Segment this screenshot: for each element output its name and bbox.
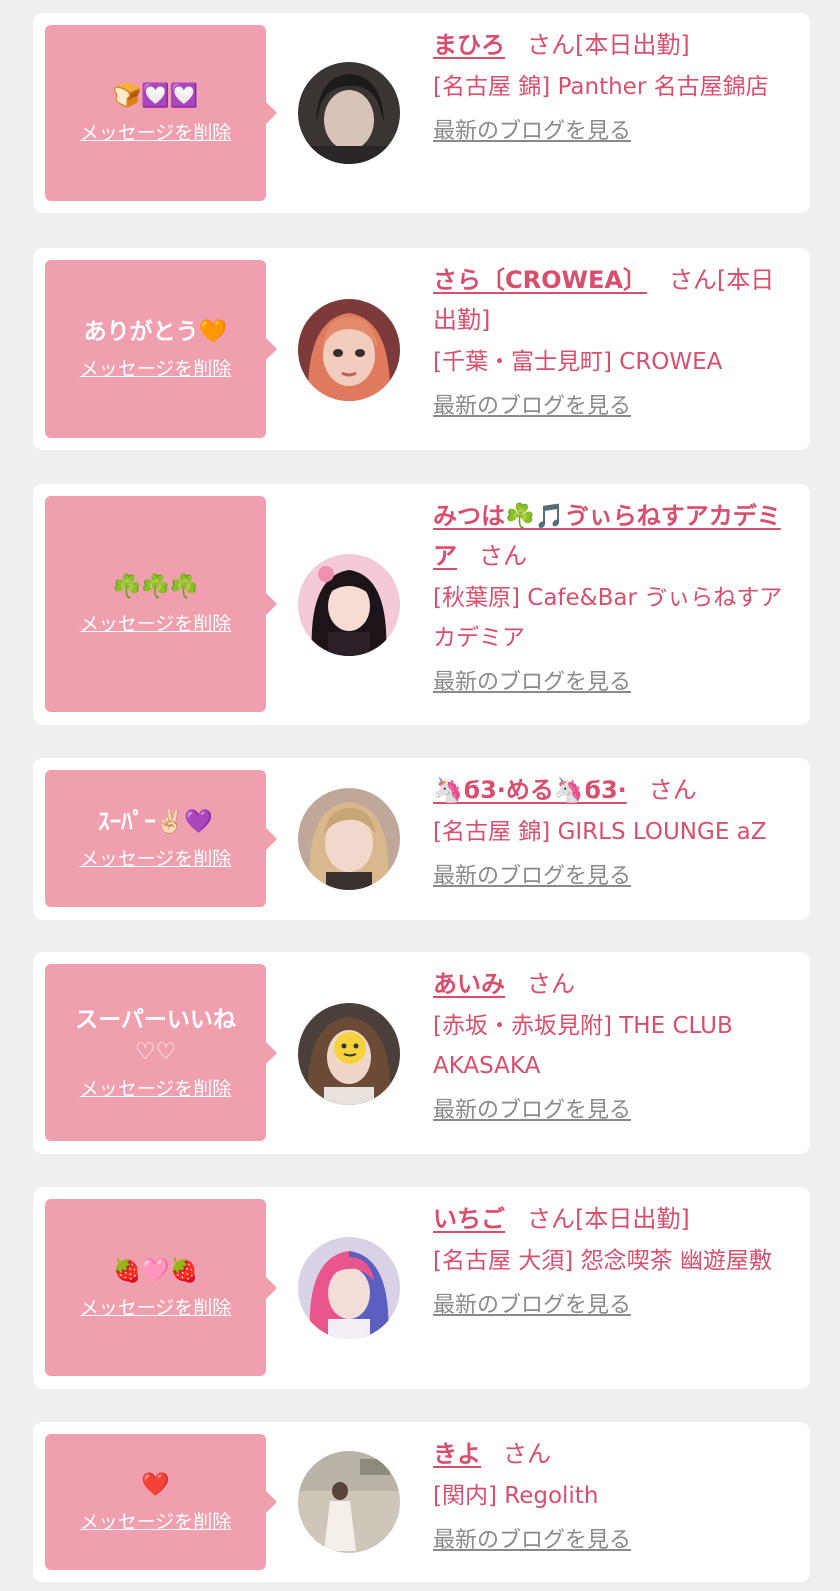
- name-suffix: さん[本日出勤]: [527, 1205, 690, 1233]
- message-card: ❤️ メッセージを削除 きよ さん [関内] Regolith 最新のブログを見る: [33, 1422, 810, 1582]
- latest-blog-link[interactable]: 最新のブログを見る: [433, 1526, 631, 1556]
- message-text: スーパーいいね♡♡: [75, 1006, 236, 1065]
- message-card: ありがとう🧡 メッセージを削除 さら〔CROWEA〕 さん[本日出勤] [千葉・富…: [33, 248, 810, 450]
- message-text: 🍓🩷🍓: [112, 1257, 199, 1284]
- latest-blog-link[interactable]: 最新のブログを見る: [433, 117, 631, 147]
- shop-info: [赤坂・赤坂見附] THE CLUB AKASAKA: [433, 1013, 733, 1079]
- avatar[interactable]: [298, 299, 400, 401]
- latest-blog-link[interactable]: 最新のブログを見る: [433, 392, 631, 422]
- name-suffix: さん: [527, 970, 575, 998]
- cast-name-link[interactable]: さら〔CROWEA〕: [433, 266, 647, 294]
- avatar[interactable]: [298, 62, 400, 164]
- shop-info: [関内] Regolith: [433, 1483, 599, 1509]
- cast-name-link[interactable]: まひろ: [433, 31, 505, 59]
- entry-info: あいみ さん [赤坂・赤坂見附] THE CLUB AKASAKA 最新のブログを…: [433, 964, 796, 1126]
- message-text: 🍞💟💟: [112, 83, 199, 109]
- entry-info: いちご さん[本日出勤] [名古屋 大須] 怨念喫茶 幽遊屋敷 最新のブログを見る: [433, 1199, 796, 1321]
- name-suffix: さん: [648, 776, 697, 804]
- shop-info: [名古屋 大須] 怨念喫茶 幽遊屋敷: [433, 1248, 772, 1274]
- entry-info: 🦄ϭ3·める🦄ϭ3· さん [名古屋 錦] GIRLS LOUNGE aZ 最新の…: [433, 770, 796, 892]
- entry-info: きよ さん [関内] Regolith 最新のブログを見る: [433, 1434, 796, 1556]
- message-bubble: ｽｰﾊﾟｰ✌🏻💜 メッセージを削除: [45, 770, 277, 907]
- delete-message-link[interactable]: メッセージを削除: [80, 120, 232, 146]
- latest-blog-link[interactable]: 最新のブログを見る: [433, 862, 631, 892]
- delete-message-link[interactable]: メッセージを削除: [80, 356, 232, 382]
- latest-blog-link[interactable]: 最新のブログを見る: [433, 1096, 631, 1126]
- message-bubble: ☘️☘️☘️ メッセージを削除: [45, 496, 277, 712]
- name-suffix: さん: [479, 542, 527, 570]
- delete-message-link[interactable]: メッセージを削除: [80, 846, 232, 872]
- entry-info: みつは☘️🎵ゔぃらねすアカデミア さん [秋葉原] Cafe&Bar ゔぃらねすア…: [433, 496, 796, 698]
- cast-name-link[interactable]: いちご: [433, 1205, 505, 1233]
- message-bubble: ありがとう🧡 メッセージを削除: [45, 260, 277, 438]
- message-card: ｽｰﾊﾟｰ✌🏻💜 メッセージを削除 🦄ϭ3·める🦄ϭ3· さん [名古屋 錦] G…: [33, 758, 810, 920]
- latest-blog-link[interactable]: 最新のブログを見る: [433, 668, 631, 698]
- shop-info: [名古屋 錦] GIRLS LOUNGE aZ: [433, 819, 767, 845]
- message-text: ❤️: [141, 1472, 170, 1498]
- message-text: ｽｰﾊﾟｰ✌🏻💜: [98, 808, 213, 835]
- shop-info: [秋葉原] Cafe&Bar ゔぃらねすアカデミア: [433, 585, 783, 651]
- message-bubble: 🍞💟💟 メッセージを削除: [45, 25, 277, 201]
- message-text: ありがとう🧡: [83, 319, 228, 345]
- name-suffix: さん: [503, 1440, 551, 1468]
- cast-name-link[interactable]: あいみ: [433, 970, 505, 998]
- shop-info: [名古屋 錦] Panther 名古屋錦店: [433, 74, 769, 100]
- entry-info: まひろ さん[本日出勤] [名古屋 錦] Panther 名古屋錦店 最新のブログ…: [433, 25, 796, 147]
- message-card: ☘️☘️☘️ メッセージを削除 みつは☘️🎵ゔぃらねすアカデミア さん [秋葉原]…: [33, 484, 810, 725]
- avatar[interactable]: [298, 1003, 400, 1105]
- cast-name-link[interactable]: きよ: [433, 1440, 481, 1468]
- shop-info: [千葉・富士見町] CROWEA: [433, 349, 723, 375]
- message-bubble: スーパーいいね♡♡ メッセージを削除: [45, 964, 277, 1141]
- message-bubble: 🍓🩷🍓 メッセージを削除: [45, 1199, 277, 1376]
- entry-info: さら〔CROWEA〕 さん[本日出勤] [千葉・富士見町] CROWEA 最新のブ…: [433, 260, 796, 422]
- message-text: ☘️☘️☘️: [112, 574, 199, 600]
- delete-message-link[interactable]: メッセージを削除: [80, 1509, 232, 1535]
- avatar[interactable]: [298, 1237, 400, 1339]
- message-list: 🍞💟💟 メッセージを削除 まひろ さん[本日出勤] [名古屋 錦] Panther…: [0, 0, 840, 1591]
- latest-blog-link[interactable]: 最新のブログを見る: [433, 1291, 631, 1321]
- message-bubble: ❤️ メッセージを削除: [45, 1434, 277, 1570]
- delete-message-link[interactable]: メッセージを削除: [80, 1076, 232, 1102]
- cast-name-link[interactable]: 🦄ϭ3·める🦄ϭ3·: [433, 776, 627, 804]
- delete-message-link[interactable]: メッセージを削除: [80, 1295, 232, 1321]
- message-card: 🍞💟💟 メッセージを削除 まひろ さん[本日出勤] [名古屋 錦] Panther…: [33, 13, 810, 213]
- message-card: 🍓🩷🍓 メッセージを削除 いちご さん[本日出勤] [名古屋 大須] 怨念喫茶 幽…: [33, 1187, 810, 1389]
- name-suffix: さん[本日出勤]: [527, 31, 690, 59]
- message-card: スーパーいいね♡♡ メッセージを削除 あいみ さん [赤坂・赤坂見附] THE C…: [33, 952, 810, 1154]
- avatar[interactable]: [298, 1451, 400, 1553]
- avatar[interactable]: [298, 788, 400, 890]
- delete-message-link[interactable]: メッセージを削除: [80, 611, 232, 637]
- avatar[interactable]: [298, 554, 400, 656]
